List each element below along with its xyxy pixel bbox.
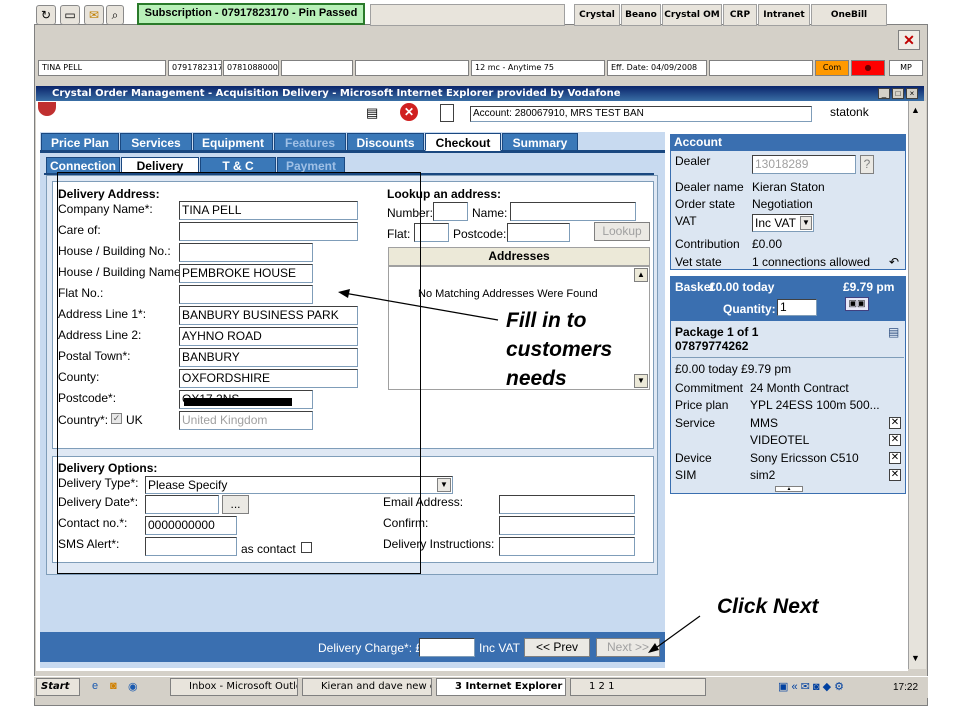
device-label: Device [675, 451, 712, 465]
fill-in-note-line3: needs [506, 367, 567, 390]
package-number: 07879774262 [675, 339, 749, 353]
service-label: Service [675, 416, 716, 430]
dealer-label: Dealer [675, 154, 711, 168]
quantity-label: Quantity: [723, 302, 776, 316]
tray-icons[interactable]: ▣ « ✉ ◙ ◆ ⚙ [778, 680, 844, 693]
vat-label: VAT [675, 214, 697, 228]
sim-label: SIM [675, 468, 697, 482]
vet-state-label: Vet state [675, 255, 722, 269]
account-heading: Account [670, 134, 906, 150]
quantity-input[interactable]: 1 [777, 299, 817, 316]
dealer-name-value: Kieran Staton [752, 180, 825, 194]
start-label: Start [41, 681, 70, 692]
dealer-name-label: Dealer name [675, 180, 744, 194]
task-internet-explorer[interactable]: 3 Internet Explorer [436, 678, 566, 696]
remove-mms-icon[interactable]: ✕ [889, 417, 901, 429]
basket-today: £0.00 today [709, 280, 775, 294]
basket-monthly: £9.79 pm [843, 280, 895, 294]
order-state-label: Order state [675, 197, 736, 211]
ie-quicklaunch-icon[interactable]: e [92, 680, 98, 692]
vet-state-value: 1 connections allowed [752, 255, 871, 269]
remove-videotel-icon[interactable]: ✕ [889, 434, 901, 446]
clock: 17:22 [893, 682, 919, 693]
price-plan-label: Price plan [675, 398, 729, 412]
remove-device-icon[interactable]: ✕ [889, 452, 901, 464]
vat-chevron-down-icon[interactable]: ▼ [800, 216, 812, 230]
price-plan-value: YPL 24ESS 100m 500... [750, 398, 880, 412]
remove-sim-icon[interactable]: ✕ [889, 469, 901, 481]
package-title: Package 1 of 1 [675, 325, 759, 339]
task-document[interactable]: Kieran and dave new c... [302, 678, 432, 696]
commitment-label: Commitment [675, 381, 744, 395]
sim-value: sim2 [750, 468, 776, 482]
fill-in-note-line2: customers [506, 338, 613, 361]
desktop-quicklaunch-icon[interactable]: ◉ [128, 680, 138, 693]
undo-icon[interactable]: ↶ [889, 255, 899, 269]
expand-icon[interactable]: ▲ [775, 486, 803, 492]
task-outlook[interactable]: Inbox - Microsoft Outlook [170, 678, 298, 696]
device-value: Sony Ericsson C510 [750, 451, 859, 465]
service-mms: MMS [750, 416, 778, 430]
vat-value: Inc VAT [755, 216, 796, 230]
package-edit-icon[interactable]: ▤ [888, 325, 899, 339]
package-price: £0.00 today £9.79 pm [675, 362, 792, 376]
dealer-input: 13018289 [752, 155, 856, 174]
commitment-value: 24 Month Contract [750, 381, 849, 395]
basket-icons[interactable]: ▣▣ [845, 297, 869, 311]
task-folder[interactable]: 1 2 1 [570, 678, 706, 696]
dealer-help-button[interactable]: ? [860, 155, 874, 174]
order-state-value: Negotiation [752, 197, 813, 211]
click-next-note: Click Next [717, 595, 819, 618]
outlook-quicklaunch-icon[interactable]: ◙ [110, 680, 117, 692]
fill-in-note-line1: Fill in to [506, 309, 587, 332]
contribution-value: £0.00 [752, 237, 783, 251]
contribution-label: Contribution [675, 237, 740, 251]
basket-divider [672, 357, 904, 358]
service-videotel: VIDEOTEL [750, 433, 810, 447]
start-button[interactable]: Start [36, 678, 80, 696]
